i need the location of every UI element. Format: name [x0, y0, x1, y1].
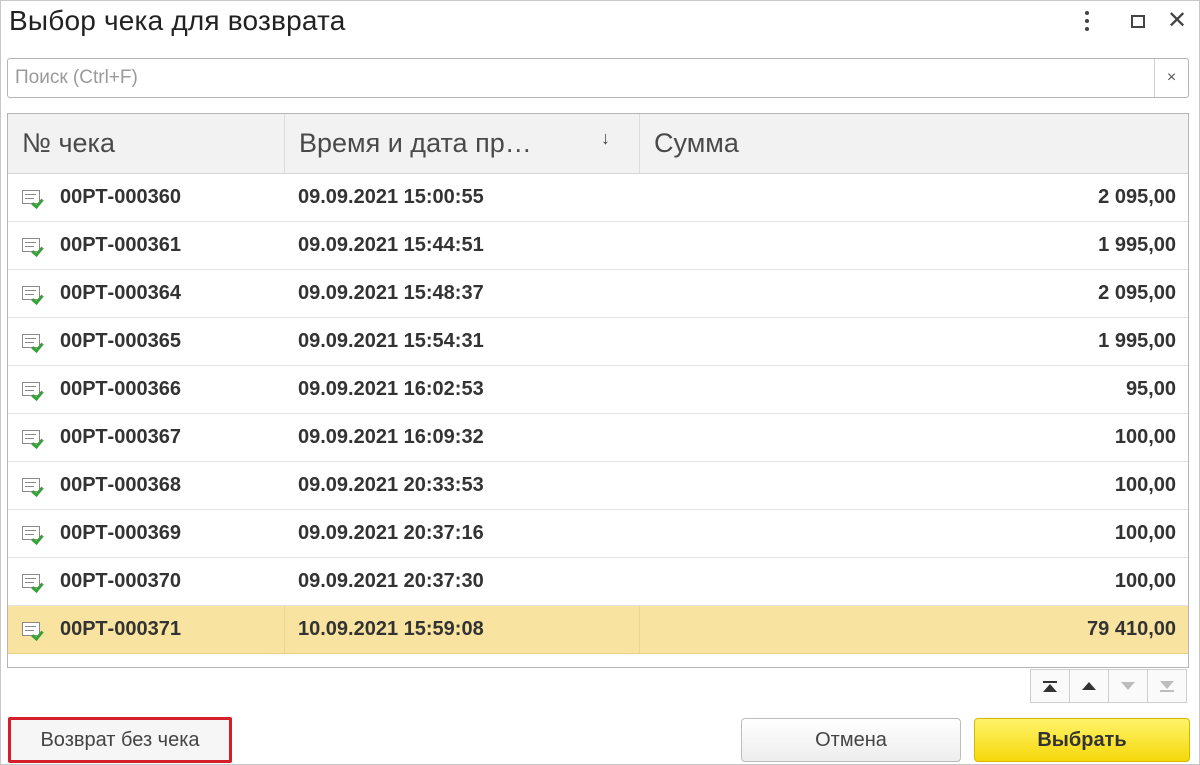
receipt-sum: 100,00 — [1114, 522, 1176, 544]
receipt-posted-icon — [22, 285, 44, 305]
receipt-number-cell: 00РТ-000367 — [8, 414, 285, 461]
receipt-number-cell: 00РТ-000370 — [8, 558, 285, 605]
table-row[interactable]: 00РТ-000370 09.09.2021 20:37:30 100,00 — [8, 558, 1188, 606]
table-row[interactable]: 00РТ-000366 09.09.2021 16:02:53 95,00 — [8, 366, 1188, 414]
receipts-table: № чека Время и дата пр… ↓ Сумма 00РТ-000… — [7, 113, 1189, 668]
receipt-number-cell: 00РТ-000365 — [8, 318, 285, 365]
receipt-sum: 100,00 — [1114, 570, 1176, 592]
receipt-number-cell: 00РТ-000368 — [8, 462, 285, 509]
table-row[interactable]: 00РТ-000360 09.09.2021 15:00:55 2 095,00 — [8, 174, 1188, 222]
table-row[interactable]: 00РТ-000364 09.09.2021 15:48:37 2 095,00 — [8, 270, 1188, 318]
receipt-sum: 1 995,00 — [1098, 330, 1176, 352]
go-down-icon[interactable] — [1108, 669, 1148, 703]
table-row[interactable]: 00РТ-000371 10.09.2021 15:59:08 79 410,00 — [8, 606, 1188, 654]
receipt-posted-icon — [22, 333, 44, 353]
column-header-datetime[interactable]: Время и дата пр… — [285, 114, 640, 173]
receipt-datetime: 09.09.2021 15:48:37 — [298, 282, 484, 304]
receipt-sum: 2 095,00 — [1098, 186, 1176, 208]
receipt-datetime: 09.09.2021 16:09:32 — [298, 426, 484, 448]
table-row[interactable]: 00РТ-000368 09.09.2021 20:33:53 100,00 — [8, 462, 1188, 510]
receipt-datetime: 09.09.2021 20:33:53 — [298, 474, 484, 496]
receipt-sum: 1 995,00 — [1098, 234, 1176, 256]
receipt-number: 00РТ-000365 — [60, 330, 181, 352]
receipt-datetime: 09.09.2021 20:37:16 — [298, 522, 484, 544]
receipt-sum: 2 095,00 — [1098, 282, 1176, 304]
column-header-number[interactable]: № чека — [8, 114, 285, 173]
receipt-posted-icon — [22, 429, 44, 449]
receipt-posted-icon — [22, 525, 44, 545]
dialog-title: Выбор чека для возврата — [9, 5, 346, 36]
list-navigation — [1030, 669, 1187, 703]
receipt-number-cell: 00РТ-000364 — [8, 270, 285, 317]
receipt-number-cell: 00РТ-000369 — [8, 510, 285, 557]
receipt-number-cell: 00РТ-000361 — [8, 222, 285, 269]
receipt-posted-icon — [22, 381, 44, 401]
receipt-datetime: 09.09.2021 15:54:31 — [298, 330, 484, 352]
go-first-icon[interactable] — [1030, 669, 1070, 703]
receipt-sum: 100,00 — [1114, 474, 1176, 496]
select-button[interactable]: Выбрать — [974, 718, 1190, 762]
clear-search-icon[interactable]: × — [1154, 59, 1188, 97]
receipt-posted-icon — [22, 477, 44, 497]
receipt-datetime: 10.09.2021 15:59:08 — [285, 606, 640, 653]
column-header-sum[interactable]: Сумма — [640, 114, 1188, 173]
receipt-number: 00РТ-000368 — [60, 474, 181, 496]
receipt-number-cell: 00РТ-000371 — [8, 606, 285, 653]
close-icon[interactable]: ✕ — [1164, 9, 1190, 33]
search-input[interactable] — [9, 60, 1149, 96]
receipt-sum: 79 410,00 — [1087, 618, 1176, 640]
table-row[interactable]: 00РТ-000369 09.09.2021 20:37:16 100,00 — [8, 510, 1188, 558]
go-up-icon[interactable] — [1069, 669, 1109, 703]
table-header: № чека Время и дата пр… ↓ Сумма — [8, 114, 1188, 174]
receipt-datetime: 09.09.2021 16:02:53 — [298, 378, 484, 400]
receipt-number: 00РТ-000369 — [60, 522, 181, 544]
receipt-number-cell: 00РТ-000360 — [8, 174, 285, 221]
table-body: 00РТ-000360 09.09.2021 15:00:55 2 095,00 00… — [8, 174, 1188, 654]
receipt-number: 00РТ-000366 — [60, 378, 181, 400]
receipt-number: 00РТ-000360 — [60, 186, 181, 208]
return-without-receipt-button[interactable]: Возврат без чека — [8, 717, 232, 763]
receipt-posted-icon — [22, 573, 44, 593]
receipt-number: 00РТ-000370 — [60, 570, 181, 592]
receipt-posted-icon — [22, 621, 44, 641]
maximize-icon[interactable] — [1125, 9, 1151, 33]
receipt-posted-icon — [22, 189, 44, 209]
receipt-sum: 100,00 — [1114, 426, 1176, 448]
go-last-icon[interactable] — [1147, 669, 1187, 703]
more-menu-icon[interactable] — [1074, 9, 1100, 33]
table-row[interactable]: 00РТ-000367 09.09.2021 16:09:32 100,00 — [8, 414, 1188, 462]
receipt-sum: 95,00 — [1125, 378, 1176, 400]
receipt-posted-icon — [22, 237, 44, 257]
receipt-datetime: 09.09.2021 20:37:30 — [298, 570, 484, 592]
title-bar: Выбор чека для возврата ✕ — [1, 1, 1199, 45]
return-receipt-dialog: Выбор чека для возврата ✕ × № чека Время… — [0, 0, 1200, 765]
receipt-number: 00РТ-000364 — [60, 282, 181, 304]
receipt-datetime: 09.09.2021 15:44:51 — [298, 234, 484, 256]
receipt-number: 00РТ-000367 — [60, 426, 181, 448]
receipt-number-cell: 00РТ-000366 — [8, 366, 285, 413]
search-box: × — [7, 58, 1189, 98]
table-row[interactable]: 00РТ-000361 09.09.2021 15:44:51 1 995,00 — [8, 222, 1188, 270]
sort-descending-icon: ↓ — [601, 128, 610, 148]
receipt-number: 00РТ-000361 — [60, 234, 181, 256]
receipt-number: 00РТ-000371 — [60, 618, 181, 640]
table-row[interactable]: 00РТ-000365 09.09.2021 15:54:31 1 995,00 — [8, 318, 1188, 366]
cancel-button[interactable]: Отмена — [741, 718, 961, 762]
receipt-datetime: 09.09.2021 15:00:55 — [298, 186, 484, 208]
